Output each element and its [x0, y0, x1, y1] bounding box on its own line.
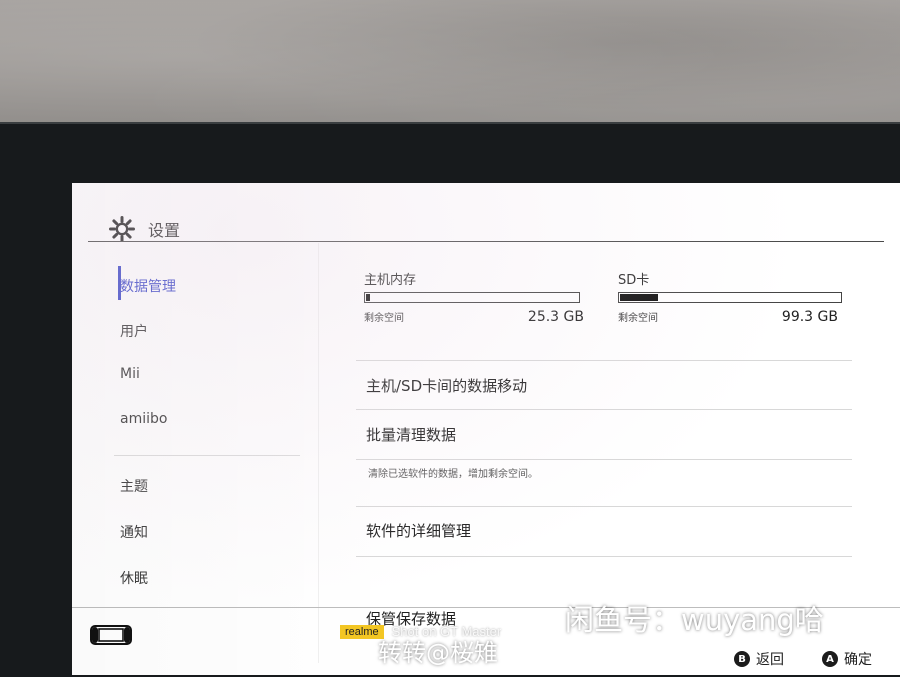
sd-storage-used [620, 294, 658, 301]
system-free-label: 剩余空间 [364, 313, 404, 324]
sd-storage-label: SD卡 [618, 273, 650, 288]
gear-icon [109, 216, 135, 242]
sd-free-label: 剩余空间 [618, 313, 658, 324]
bulk-clean-description: 清除已选软件的数据，增加剩余空间。 [368, 469, 538, 480]
system-storage: 主机内存 剩余空间 25.3 GB [364, 269, 584, 325]
header-divider [88, 241, 884, 242]
software-management-option[interactable]: 软件的详细管理 [366, 520, 471, 541]
a-button-icon: A [822, 651, 838, 667]
move-data-option[interactable]: 主机/SD卡间的数据移动 [366, 375, 527, 396]
sd-free-value: 99.3 GB [781, 309, 838, 325]
divider [356, 459, 852, 460]
b-button-icon: B [734, 651, 750, 667]
system-storage-bar [364, 292, 580, 303]
back-button[interactable]: B 返回 [734, 649, 784, 669]
divider [356, 556, 852, 557]
sidebar-item-themes[interactable]: 主题 [120, 476, 148, 496]
sd-storage-bar [618, 292, 842, 303]
sidebar-item-amiibo[interactable]: amiibo [120, 411, 167, 427]
sidebar-item-users[interactable]: 用户 [120, 321, 148, 341]
sidebar-item-notifications[interactable]: 通知 [120, 522, 148, 542]
sidebar-item-mii[interactable]: Mii [120, 366, 140, 382]
system-storage-label: 主机内存 [364, 273, 417, 288]
system-free-value: 25.3 GB [527, 309, 584, 325]
confirm-label: 确定 [844, 652, 872, 668]
page-title: 设置 [148, 221, 181, 240]
sd-storage: SD卡 剩余空间 99.3 GB [618, 269, 842, 325]
sidebar-item-sleep[interactable]: 休眠 [120, 568, 148, 588]
console-icon [90, 625, 132, 645]
seller-watermark-2: 转转@桜雉 [378, 639, 498, 667]
sidebar-separator [114, 455, 300, 456]
seller-watermark: 闲鱼号：wuyang哈 [565, 603, 824, 637]
confirm-button[interactable]: A 确定 [822, 649, 872, 669]
divider [356, 409, 852, 410]
fabric-background [0, 0, 900, 140]
back-label: 返回 [756, 652, 784, 668]
system-storage-used [366, 294, 371, 301]
bulk-clean-option[interactable]: 批量清理数据 [366, 424, 456, 445]
divider [356, 360, 852, 361]
divider [356, 506, 852, 507]
pane-divider [318, 243, 319, 663]
sidebar: 数据管理 用户 Mii amiibo 主题 通知 休眠 [72, 243, 318, 663]
sidebar-item-data-management[interactable]: 数据管理 [120, 276, 176, 296]
